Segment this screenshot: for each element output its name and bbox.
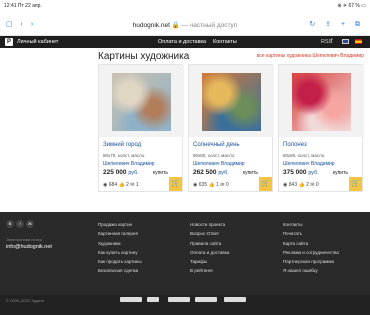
artwork-author[interactable]: Шепелевич Владимир [193, 161, 245, 167]
footer-link[interactable]: Вопрос-Ответ [190, 229, 229, 238]
page-title: Картины художника [98, 51, 190, 62]
artwork-meta: 90х80, холст, масло [193, 153, 235, 158]
address-host: hudognik.net [132, 22, 170, 29]
footer-link[interactable]: Реклама и сотрудничество [283, 248, 339, 257]
artwork-title[interactable]: Солнечный день [193, 142, 240, 148]
artwork-stats: ◉ 843 👍 2 ✉ 0 [283, 182, 319, 188]
footer-link[interactable]: Партнерская программа [283, 257, 339, 266]
browser-toolbar: ▢ ‹ › hudognik.net 🔒 — частный доступ ↻ … [0, 12, 370, 36]
artwork-image[interactable] [202, 73, 261, 131]
status-indicators: ⊕ ✈ 67 % ▭ [337, 3, 366, 9]
facebook-icon[interactable]: f [16, 220, 24, 228]
footer-link[interactable]: В рейтинге [190, 266, 229, 275]
buy-link[interactable]: купить [153, 170, 168, 176]
footer-link[interactable]: Контакты [283, 220, 339, 229]
artwork-frame [279, 65, 364, 137]
footer-link[interactable]: Как продать картины [98, 257, 142, 266]
status-bar: 12:41 Пт 22 апр. ⊕ ✈ 67 % ▭ [0, 0, 370, 12]
artwork-author[interactable]: Шепелевич Владимир [283, 161, 335, 167]
flag-en-icon[interactable] [342, 39, 349, 44]
artwork-title[interactable]: Полонез [283, 142, 307, 148]
status-time: 12:41 Пт 22 апр. [4, 3, 42, 9]
footer-link[interactable]: Оплата и доставка [190, 248, 229, 257]
footer-link[interactable]: Новости проекта [190, 220, 229, 229]
browser-action-icons[interactable]: ↻ ⇪ + ⧉ [309, 20, 364, 29]
livejournal-icon[interactable]: Ж [26, 220, 34, 228]
email-label: Электронная почта [6, 237, 42, 242]
private-mode-label: — частный доступ [181, 22, 238, 29]
footer-link[interactable]: Безопасная сделка [98, 266, 142, 275]
artwork-meta: 80х70, холст, масло [103, 153, 145, 158]
footer-badge[interactable] [168, 297, 190, 302]
footer-link[interactable]: Тарифы [190, 257, 229, 266]
facebook-icon[interactable]: f [331, 38, 333, 44]
footer-column-2: Новости проекта Вопрос-Ответ Правила сай… [190, 220, 229, 276]
artwork-stats: ◉ 684 👍 2 ✉ 1 [103, 182, 139, 188]
artwork-frame [99, 65, 184, 137]
email-link[interactable]: info@hudognik.net [6, 244, 52, 250]
artwork-meta: 80х60, холст, масло [283, 153, 325, 158]
lock-icon: 🔒 [171, 22, 180, 29]
cart-icon[interactable]: 🛒 [349, 177, 362, 191]
cart-icon[interactable]: 🛒 [259, 177, 272, 191]
artwork-frame [189, 65, 274, 137]
buy-link[interactable]: купить [243, 170, 258, 176]
vk-icon[interactable]: В [6, 220, 14, 228]
nav-contacts-link[interactable]: Контакты [213, 39, 237, 45]
footer-badge[interactable] [120, 297, 142, 302]
footer-link[interactable]: Карта сайта [283, 239, 339, 248]
copyright-text: © 2009–2022 Худоги [6, 298, 44, 303]
all-artworks-link[interactable]: все картины художника Шепелевич Владимир [257, 53, 364, 59]
footer-link[interactable]: Как купить картину [98, 248, 142, 257]
artwork-stats: ◉ 635 👍 1 ✉ 0 [193, 182, 229, 188]
footer-badge[interactable] [195, 297, 217, 302]
footer-column-3: Контакты Печатать Карта сайта Реклама и … [283, 220, 339, 276]
footer-bottom-bar: © 2009–2022 Худоги [0, 295, 370, 315]
footer-column-1: Продажа картин Картинная галерея Художни… [98, 220, 142, 276]
artwork-card[interactable]: Зимний город 80х70, холст, масло Шепелев… [98, 64, 184, 192]
footer-badge[interactable] [224, 297, 246, 302]
footer-link[interactable]: Печатать [283, 229, 339, 238]
footer-link[interactable]: Я нашел ошибку [283, 266, 339, 275]
footer-badge[interactable] [147, 297, 159, 302]
artwork-title[interactable]: Зимний город [103, 142, 141, 148]
footer-link[interactable]: Правила сайта [190, 239, 229, 248]
artwork-price: 375 000 руб. [283, 169, 319, 176]
artwork-price: 225 000 руб. [103, 169, 139, 176]
cart-icon[interactable]: 🛒 [169, 177, 182, 191]
site-navbar: P Личный кабинет Оплата и доставка Конта… [0, 36, 370, 48]
artwork-card[interactable]: Солнечный день 90х80, холст, масло Шепел… [188, 64, 274, 192]
artwork-image[interactable] [112, 73, 171, 131]
social-links: ВfЖ [6, 220, 36, 228]
flag-es-icon[interactable] [355, 39, 362, 44]
nav-payment-link[interactable]: Оплата и доставка [158, 39, 206, 45]
footer-link[interactable]: Художники [98, 239, 142, 248]
artwork-price: 262 500 руб. [193, 169, 229, 176]
artwork-card[interactable]: Полонез 80х60, холст, масло Шепелевич Вл… [278, 64, 364, 192]
site-logo-icon[interactable]: P [5, 38, 13, 46]
footer-link[interactable]: Картинная галерея [98, 229, 142, 238]
nav-cabinet-link[interactable]: Личный кабинет [17, 39, 58, 45]
artwork-author[interactable]: Шепелевич Владимир [103, 161, 155, 167]
footer-link[interactable]: Продажа картин [98, 220, 142, 229]
artwork-image[interactable] [292, 73, 351, 131]
buy-link[interactable]: купить [333, 170, 348, 176]
